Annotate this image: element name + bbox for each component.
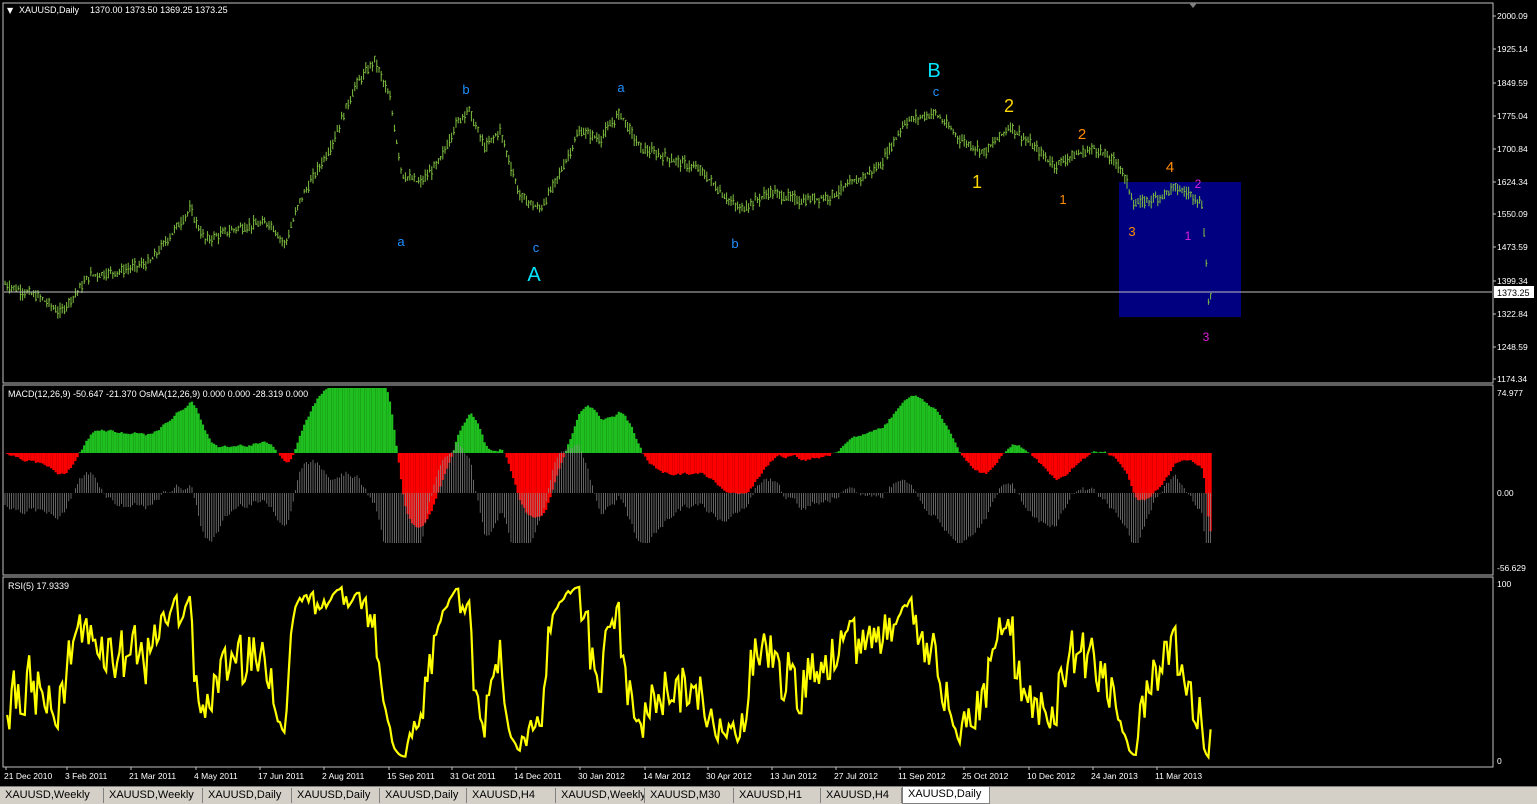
macd-axis-label: 74.977 bbox=[1497, 388, 1523, 398]
price-axis-label: 1248.59 bbox=[1497, 342, 1528, 352]
wave-label: 3 bbox=[1128, 224, 1135, 239]
chart-tab[interactable]: XAUUSD,Weekly bbox=[0, 788, 104, 803]
price-axis-label: 1399.34 bbox=[1497, 276, 1528, 286]
chart-tab[interactable]: XAUUSD,H4 bbox=[821, 788, 902, 803]
time-axis-label: 24 Jan 2013 bbox=[1091, 771, 1138, 781]
wave-label: 2 bbox=[1195, 177, 1202, 191]
price-axis-label: 2000.09 bbox=[1497, 11, 1528, 21]
chart-tab[interactable]: XAUUSD,M30 bbox=[645, 788, 734, 803]
wave-label: 3 bbox=[1203, 330, 1210, 344]
price-axis-label: 1322.84 bbox=[1497, 309, 1528, 319]
trading-chart[interactable]: 1373.25 ▼ XAUUSD,Daily 1370.00 1373.50 1… bbox=[0, 0, 1537, 803]
time-axis-label: 14 Mar 2012 bbox=[643, 771, 691, 781]
wave-label: A bbox=[527, 264, 541, 286]
time-axis-label: 11 Mar 2013 bbox=[1155, 771, 1202, 781]
price-axis-label: 1473.59 bbox=[1497, 242, 1528, 252]
time-axis-label: 3 Feb 2011 bbox=[65, 771, 108, 781]
rsi-axis-label: 100 bbox=[1497, 579, 1511, 589]
wave-label: B bbox=[927, 60, 940, 82]
time-axis-label: 30 Apr 2012 bbox=[706, 771, 752, 781]
time-axis-label: 21 Dec 2010 bbox=[4, 771, 52, 781]
chart-tab[interactable]: XAUUSD,Daily bbox=[380, 788, 467, 803]
time-axis-label: 14 Dec 2011 bbox=[514, 771, 562, 781]
chart-tab[interactable]: XAUUSD,Daily bbox=[203, 788, 292, 803]
chart-tab[interactable]: XAUUSD,Daily bbox=[292, 788, 380, 803]
wave-label: c bbox=[533, 240, 540, 255]
wave-label: b bbox=[731, 236, 738, 251]
chart-ohlc: 1370.00 1373.50 1369.25 1373.25 bbox=[90, 5, 228, 15]
highlight-box bbox=[1119, 182, 1241, 317]
time-axis-label: 13 Jun 2012 bbox=[770, 771, 817, 781]
time-axis-label: 27 Jul 2012 bbox=[834, 771, 878, 781]
chart-tab[interactable]: XAUUSD,H4 bbox=[467, 788, 556, 803]
time-axis-label: 10 Dec 2012 bbox=[1027, 771, 1075, 781]
wave-label: c bbox=[933, 84, 940, 99]
time-axis-label: 2 Aug 2011 bbox=[322, 771, 365, 781]
macd-label: MACD(12,26,9) -50.647 -21.370 OsMA(12,26… bbox=[8, 389, 308, 399]
wave-label: a bbox=[617, 80, 625, 95]
time-axis-label: 4 May 2011 bbox=[194, 771, 238, 781]
price-axis-label: 1775.04 bbox=[1497, 111, 1528, 121]
price-axis-label: 1174.34 bbox=[1497, 374, 1527, 384]
rsi-label: RSI(5) 17.9339 bbox=[8, 581, 69, 591]
price-axis-label: 1624.34 bbox=[1497, 177, 1528, 187]
time-axis-label: 11 Sep 2012 bbox=[898, 771, 946, 781]
wave-label: 2 bbox=[1004, 96, 1014, 116]
macd-axis-label: 0.00 bbox=[1497, 488, 1514, 498]
wave-label: 1 bbox=[1059, 192, 1066, 207]
chart-tabs: XAUUSD,Weekly XAUUSD,Weekly XAUUSD,Daily XA… bbox=[0, 786, 1537, 804]
time-axis-label: 17 Jun 2011 bbox=[258, 771, 304, 781]
price-axis-label: 1849.59 bbox=[1497, 78, 1528, 88]
chart-tab[interactable]: XAUUSD,Weekly bbox=[556, 788, 645, 803]
time-axis-label: 15 Sep 2011 bbox=[387, 771, 435, 781]
wave-label: a bbox=[397, 234, 405, 249]
wave-label: 1 bbox=[1185, 229, 1192, 243]
time-axis-label: 21 Mar 2011 bbox=[129, 771, 176, 781]
price-pane[interactable] bbox=[2, 2, 1494, 384]
price-axis-label: 1550.09 bbox=[1497, 209, 1528, 219]
wave-label: 4 bbox=[1166, 159, 1174, 176]
price-axis-label: 1700.84 bbox=[1497, 144, 1528, 154]
chart-tab[interactable]: XAUUSD,Daily bbox=[902, 787, 990, 804]
chart-tab[interactable]: XAUUSD,H1 bbox=[734, 788, 821, 803]
price-axis-label: 1925.14 bbox=[1497, 44, 1528, 54]
time-axis-label: 30 Jan 2012 bbox=[578, 771, 625, 781]
chart-tab[interactable]: XAUUSD,Weekly bbox=[104, 788, 203, 803]
current-price-label: 1373.25 bbox=[1497, 288, 1530, 298]
chart-menu-arrow-icon[interactable]: ▼ bbox=[7, 6, 14, 15]
rsi-axis-label: 0 bbox=[1497, 756, 1502, 766]
chart-symbol-title: XAUUSD,Daily bbox=[19, 5, 80, 15]
time-axis-label: 25 Oct 2012 bbox=[962, 771, 1009, 781]
wave-label: b bbox=[462, 82, 469, 97]
wave-label: 1 bbox=[972, 172, 982, 192]
macd-axis-label: -56.629 bbox=[1497, 563, 1526, 573]
wave-label: 2 bbox=[1078, 126, 1086, 143]
time-axis-label: 31 Oct 2011 bbox=[450, 771, 496, 781]
